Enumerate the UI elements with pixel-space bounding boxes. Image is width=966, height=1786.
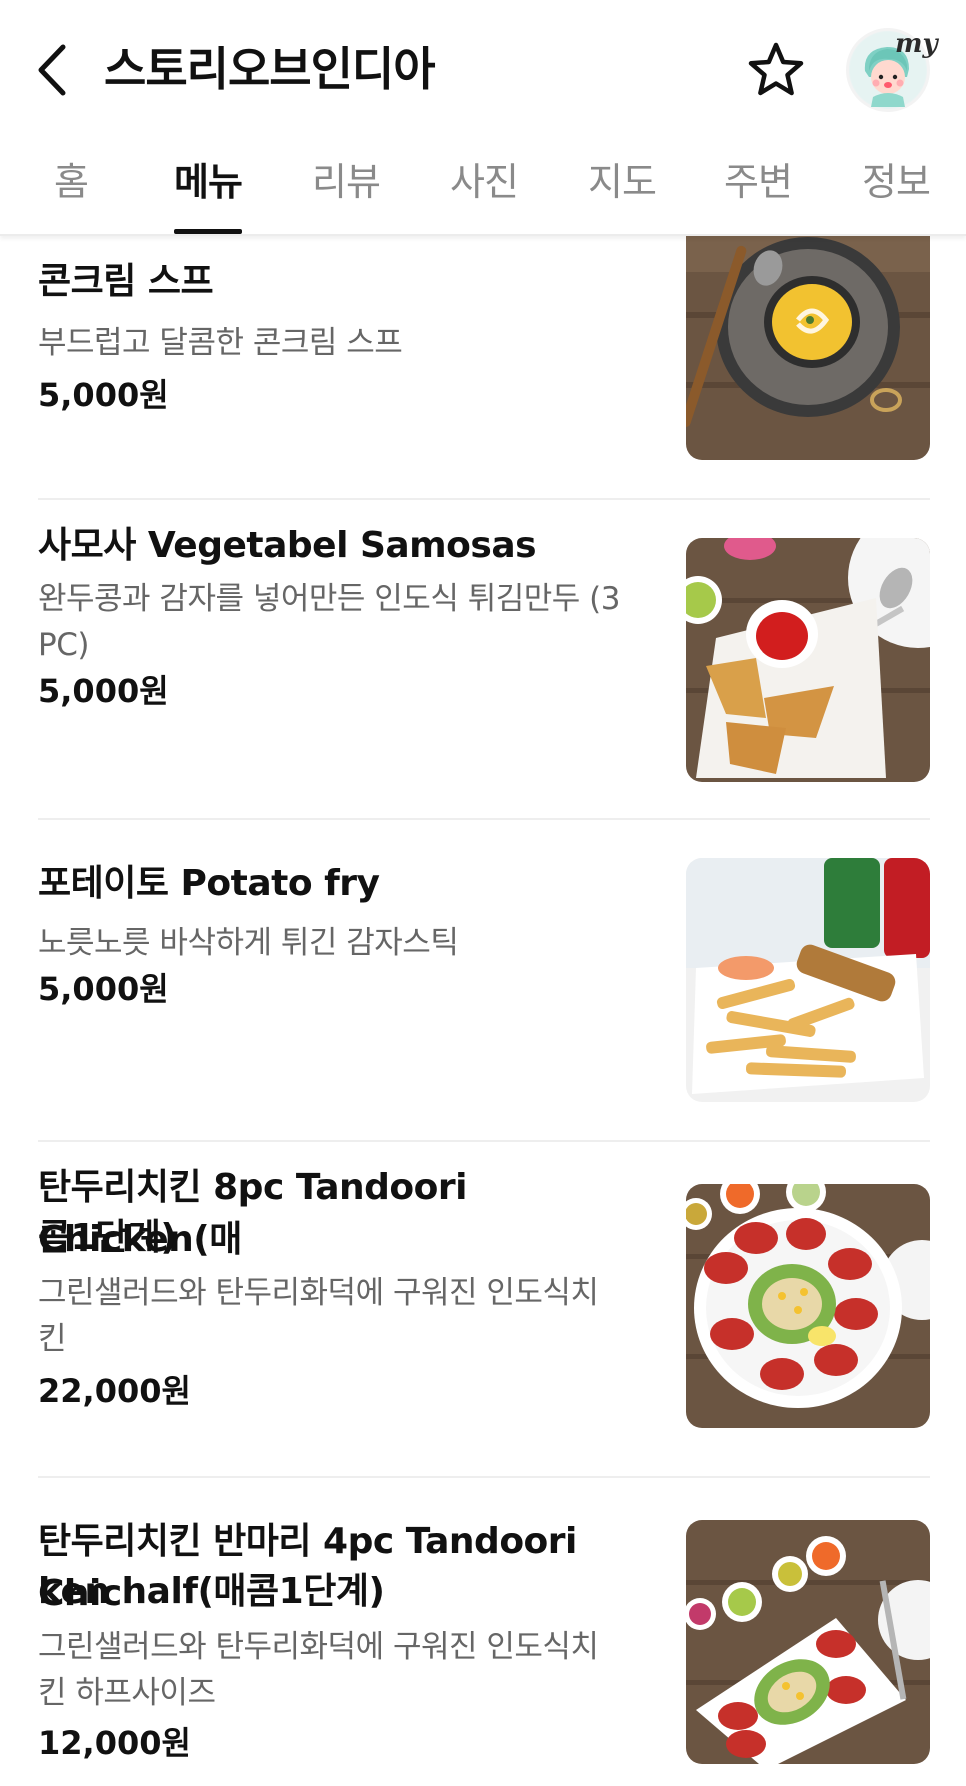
menu-item-price: 22,000원 [38,1372,191,1410]
samosa-photo[interactable] [686,538,930,782]
menu-item-tandoori-chicken[interactable]: 탄두리치킨 8pc Tandoori Chicken(매 콤1단계) 그린샐러드… [0,1142,966,1478]
menu-item-description-line2: 킨 [38,1321,67,1357]
favorite-button[interactable] [744,38,808,102]
tandoori-chicken-image [686,1184,930,1428]
menu-list: 콘크림 스프 부드럽고 달콤한 콘크림 스프 5,000원 사모사 Vegeta… [0,236,966,1786]
tab-menu[interactable]: 메뉴 [168,154,248,210]
active-tab-indicator [174,229,242,234]
back-button[interactable] [30,40,74,100]
menu-item-name: 사모사 Vegetabel Samosas [38,525,537,566]
menu-item-name-line2: 콤1단계) [38,1217,177,1258]
app-header: 스토리오브인디아 my [0,0,966,136]
menu-item-tandoori-chicken-half[interactable]: 탄두리치킨 반마리 4pc Tandoori Chic ken half(매콤1… [0,1478,966,1786]
my-badge: my [895,29,938,59]
page-title: 스토리오브인디아 [104,42,436,96]
menu-item-name: 콘크림 스프 [38,261,214,302]
menu-item-price: 5,000원 [38,672,169,710]
tab-reviews[interactable]: 리뷰 [306,154,386,210]
tab-map[interactable]: 지도 [582,154,662,210]
menu-item-name-line2: ken half(매콤1단계) [38,1571,385,1612]
tandoori-chicken-photo[interactable] [686,1184,930,1428]
menu-item-samosas[interactable]: 사모사 Vegetabel Samosas 완두콩과 감자를 넣어만든 인도식 … [0,500,966,820]
menu-item-description-line1: 완두콩과 감자를 넣어만든 인도식 튀김만두 (3 [38,581,620,617]
menu-item-description-line2: PC) [38,627,89,663]
corn-soup-photo[interactable] [686,236,930,460]
tab-nearby[interactable]: 주변 [718,154,798,210]
menu-item-name: 포테이토 Potato fry [38,863,380,904]
menu-item-description: 노릇노릇 바삭하게 튀긴 감자스틱 [38,925,459,961]
menu-item-description-line1: 그린샐러드와 탄두리화덕에 구워진 인도식치 [38,1275,599,1311]
tandoori-chicken-half-photo[interactable] [686,1520,930,1764]
menu-item-description-line1: 그린샐러드와 탄두리화덕에 구워진 인도식치 [38,1629,599,1665]
potato-fry-image [686,858,930,1102]
tab-home[interactable]: 홈 [36,154,106,210]
menu-item-description: 부드럽고 달콤한 콘크림 스프 [38,325,403,361]
menu-item-corn-soup[interactable]: 콘크림 스프 부드럽고 달콤한 콘크림 스프 5,000원 [0,236,966,500]
samosa-image [686,538,930,782]
tandoori-chicken-half-image [686,1520,930,1764]
tab-bar: 홈 메뉴 리뷰 사진 지도 주변 정보 [0,136,966,236]
tab-info[interactable]: 정보 [856,154,936,210]
tab-photos[interactable]: 사진 [444,154,524,210]
my-profile-avatar[interactable]: my [846,28,938,112]
star-icon [748,42,804,96]
menu-item-price: 5,000원 [38,970,169,1008]
back-arrow-icon [38,44,66,96]
potato-fry-photo[interactable] [686,858,930,1102]
corn-soup-image [686,236,930,460]
menu-item-price: 12,000원 [38,1724,191,1762]
menu-item-description-line2: 킨 하프사이즈 [38,1675,216,1711]
menu-item-price: 5,000원 [38,376,169,414]
menu-item-potato-fry[interactable]: 포테이토 Potato fry 노릇노릇 바삭하게 튀긴 감자스틱 5,000원 [0,820,966,1120]
